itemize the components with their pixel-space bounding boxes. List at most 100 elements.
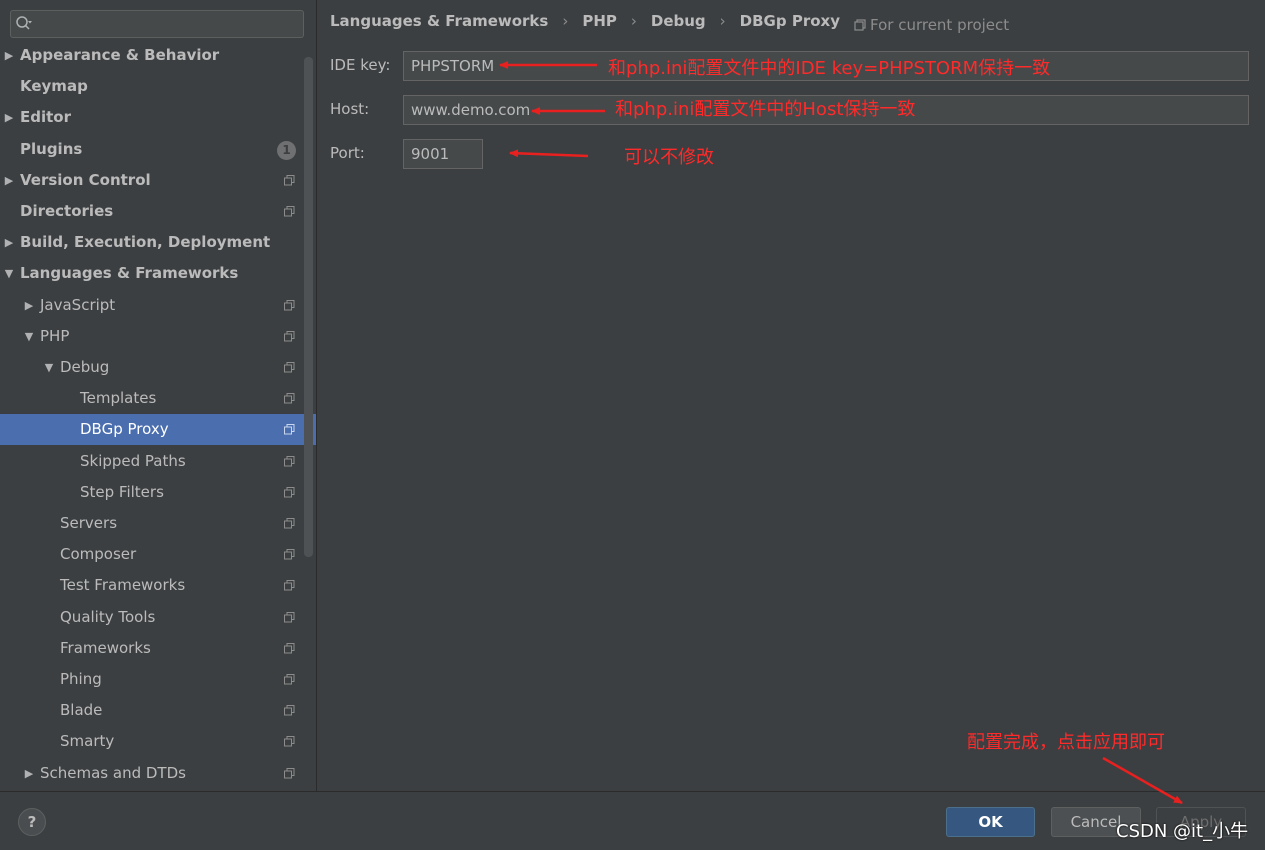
copy-icon: [284, 300, 295, 311]
sidebar-item-label: Debug: [60, 358, 110, 376]
sidebar-item-label: Test Frameworks: [60, 576, 186, 594]
breadcrumb-separator-icon: ›: [630, 12, 637, 30]
sidebar-item-version-control[interactable]: ▶ Version Control: [0, 165, 316, 196]
search-input[interactable]: [37, 13, 303, 37]
breadcrumb-separator-icon: ›: [562, 12, 569, 30]
sidebar-item-plugins[interactable]: Plugins 1: [0, 134, 316, 165]
sidebar-item-editor[interactable]: ▶ Editor: [0, 102, 316, 133]
sidebar-item-frameworks[interactable]: Frameworks: [0, 633, 316, 664]
sidebar-item-build-execution-deployment[interactable]: ▶ Build, Execution, Deployment: [0, 227, 316, 258]
copy-icon: [284, 175, 295, 186]
port-input[interactable]: [403, 139, 483, 169]
sidebar-item-label: Smarty: [60, 732, 115, 750]
dialog-footer: ? OK Cancel Apply: [0, 791, 1265, 850]
copy-icon: [284, 549, 295, 560]
breadcrumb-separator-icon: ›: [719, 12, 726, 30]
sidebar-item-templates[interactable]: Templates: [0, 383, 316, 414]
collapsed-arrow-icon[interactable]: ▶: [3, 227, 15, 258]
sidebar-item-quality-tools[interactable]: Quality Tools: [0, 602, 316, 633]
copy-icon: [284, 612, 295, 623]
copy-icon: [284, 331, 295, 342]
breadcrumb-item: Languages & Frameworks: [330, 12, 549, 30]
port-annotation: 可以不修改: [624, 147, 714, 168]
sidebar-item-smarty[interactable]: Smarty: [0, 726, 316, 757]
sidebar-item-label: Quality Tools: [60, 608, 156, 626]
sidebar-item-test-frameworks[interactable]: Test Frameworks: [0, 570, 316, 601]
sidebar-item-keymap[interactable]: Keymap: [0, 71, 316, 102]
copy-icon: [284, 705, 295, 716]
expanded-arrow-icon[interactable]: ▼: [43, 352, 55, 383]
copy-icon: [284, 768, 295, 779]
project-scope-indicator: For current project: [854, 14, 1009, 36]
ide-key-annotation: 和php.ini配置文件中的IDE key=PHPSTORM保持一致: [608, 58, 1051, 79]
sidebar-item-label: Languages & Frameworks: [20, 264, 239, 282]
breadcrumb-item: DBGp Proxy: [739, 12, 840, 30]
sidebar-item-debug[interactable]: ▼ Debug: [0, 352, 316, 383]
sidebar-item-appearance-behavior[interactable]: ▶ Appearance & Behavior: [0, 40, 316, 71]
apply-annotation: 配置完成，点击应用即可: [967, 732, 1165, 753]
ide-key-label: IDE key:: [330, 56, 391, 74]
copy-icon: [284, 393, 295, 404]
copy-icon: [284, 206, 295, 217]
sidebar-item-schemas-and-dtds[interactable]: ▶ Schemas and DTDs: [0, 758, 316, 789]
copy-icon: [284, 518, 295, 529]
sidebar-item-phing[interactable]: Phing: [0, 664, 316, 695]
sidebar-item-directories[interactable]: Directories: [0, 196, 316, 227]
breadcrumb-item: PHP: [582, 12, 617, 30]
copy-icon: [854, 19, 866, 31]
sidebar-item-label: Editor: [20, 108, 71, 126]
port-label: Port:: [330, 144, 365, 162]
sidebar-item-servers[interactable]: Servers: [0, 508, 316, 539]
sidebar-item-blade[interactable]: Blade: [0, 695, 316, 726]
sidebar-item-label: Skipped Paths: [80, 452, 186, 470]
sidebar-item-label: Frameworks: [60, 639, 151, 657]
settings-sidebar: ▶ Appearance & Behavior Keymap ▶ Editor Plugi…: [0, 0, 317, 791]
breadcrumb-item: Debug: [650, 12, 706, 30]
update-count-badge: 1: [277, 141, 296, 160]
help-button[interactable]: ?: [18, 808, 46, 836]
sidebar-item-label: Schemas and DTDs: [40, 764, 186, 782]
sidebar-item-label: Version Control: [20, 171, 151, 189]
sidebar-item-javascript[interactable]: ▶ JavaScript: [0, 290, 316, 321]
search-icon[interactable]: [15, 15, 33, 33]
sidebar-item-label: Templates: [80, 389, 157, 407]
sidebar-item-label: Appearance & Behavior: [20, 46, 220, 64]
scope-label: For current project: [870, 16, 1010, 34]
sidebar-item-label: Directories: [20, 202, 114, 220]
sidebar-item-label: Step Filters: [80, 483, 164, 501]
sidebar-item-label: JavaScript: [40, 296, 116, 314]
collapsed-arrow-icon[interactable]: ▶: [23, 290, 35, 321]
copy-icon: [284, 736, 295, 747]
sidebar-item-skipped-paths[interactable]: Skipped Paths: [0, 446, 316, 477]
expanded-arrow-icon[interactable]: ▼: [23, 321, 35, 352]
sidebar-item-label: Blade: [60, 701, 103, 719]
sidebar-scrollbar[interactable]: [304, 57, 313, 557]
collapsed-arrow-icon[interactable]: ▶: [3, 40, 15, 71]
collapsed-arrow-icon[interactable]: ▶: [3, 165, 15, 196]
sidebar-item-label: Build, Execution, Deployment: [20, 233, 271, 251]
copy-icon: [284, 456, 295, 467]
sidebar-item-languages-frameworks[interactable]: ▼ Languages & Frameworks: [0, 258, 316, 289]
collapsed-arrow-icon[interactable]: ▶: [3, 102, 15, 133]
copy-icon: [284, 362, 295, 373]
copy-icon: [284, 580, 295, 591]
settings-tree: ▶ Appearance & Behavior Keymap ▶ Editor Plugi…: [0, 40, 316, 791]
sidebar-item-label: PHP: [40, 327, 70, 345]
sidebar-item-label: Keymap: [20, 77, 88, 95]
sidebar-item-label: Servers: [60, 514, 118, 532]
expanded-arrow-icon[interactable]: ▼: [3, 258, 15, 289]
ok-button[interactable]: OK: [946, 807, 1035, 837]
sidebar-item-dbgp-proxy[interactable]: DBGp Proxy: [0, 414, 316, 445]
sidebar-item-label: Phing: [60, 670, 102, 688]
breadcrumb: Languages & Frameworks › PHP › Debug › DBGp Pr…: [330, 10, 840, 32]
collapsed-arrow-icon[interactable]: ▶: [23, 758, 35, 789]
sidebar-item-step-filters[interactable]: Step Filters: [0, 477, 316, 508]
sidebar-item-composer[interactable]: Composer: [0, 539, 316, 570]
copy-icon: [284, 487, 295, 498]
settings-search-box[interactable]: [10, 10, 304, 38]
sidebar-item-php[interactable]: ▼ PHP: [0, 321, 316, 352]
host-label: Host:: [330, 100, 370, 118]
sidebar-item-label: DBGp Proxy: [80, 420, 169, 438]
copy-icon: [284, 674, 295, 685]
host-annotation: 和php.ini配置文件中的Host保持一致: [615, 99, 916, 120]
